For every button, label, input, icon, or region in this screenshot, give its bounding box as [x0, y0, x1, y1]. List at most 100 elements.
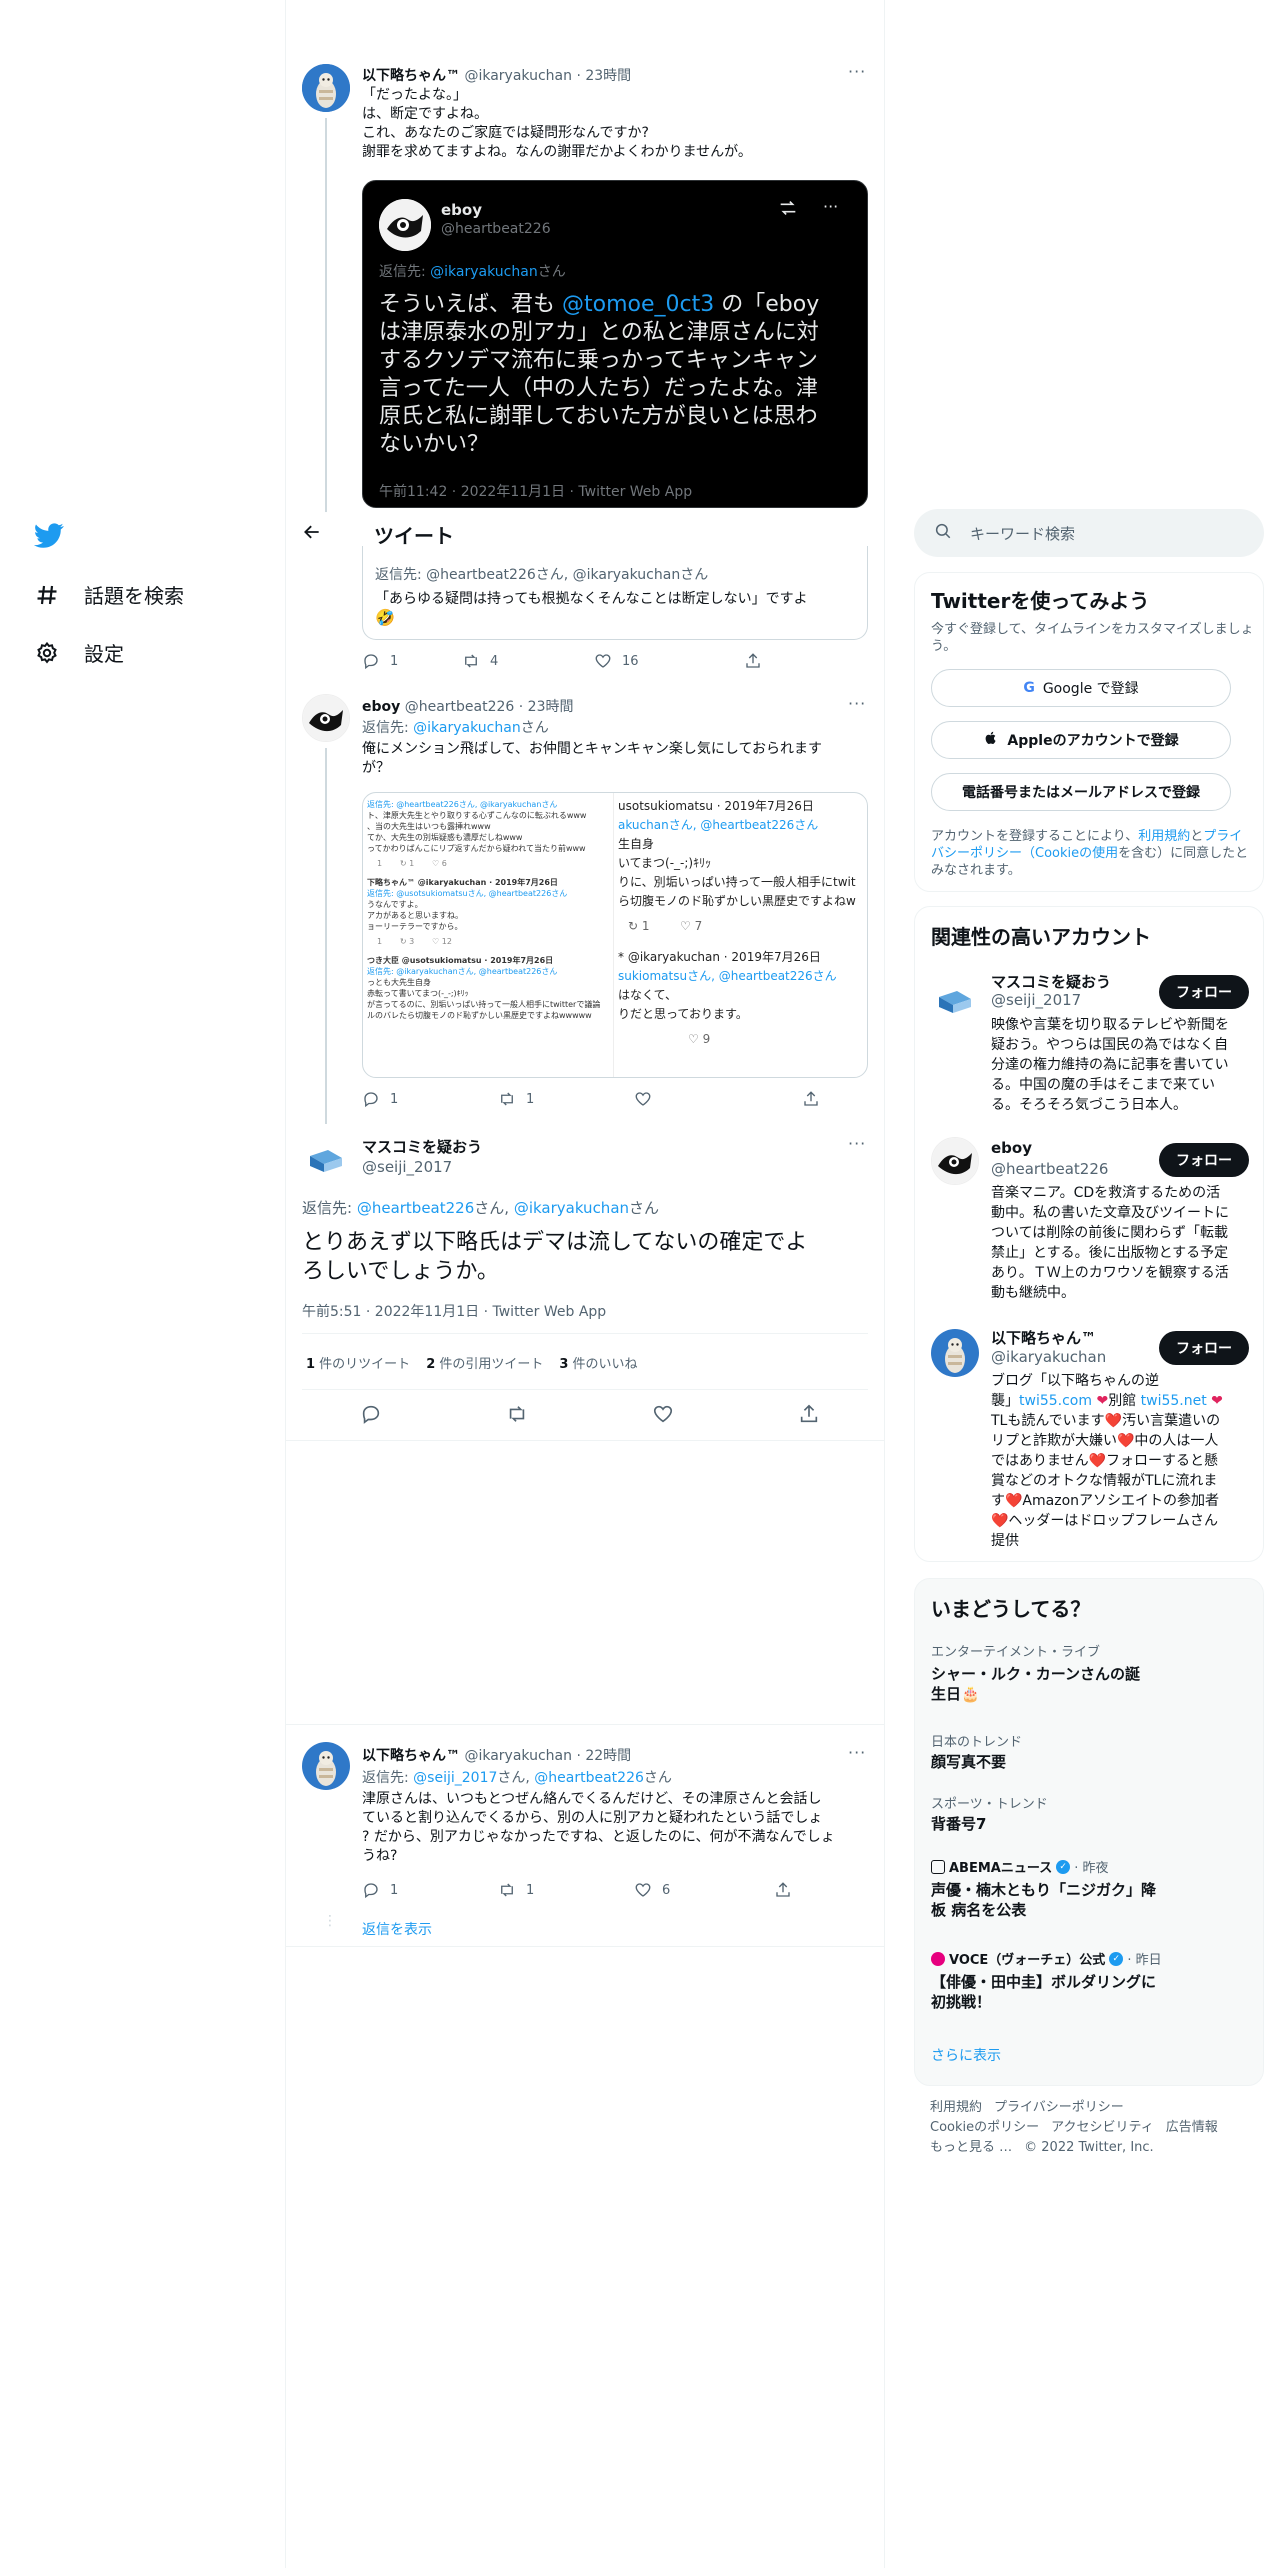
share-button[interactable] — [774, 1881, 874, 1899]
retweet-button[interactable]: 1 — [498, 1881, 634, 1899]
reply-handle[interactable]: @seiji_2017 — [413, 1770, 497, 1786]
stat-quotes[interactable]: 2 件の引用ツイート — [426, 1353, 543, 1372]
tweet1-more-icon[interactable]: ··· — [848, 62, 866, 81]
heart-icon: ❤ — [1096, 1393, 1109, 1409]
reply-tweet-line: ていると割り込んでくるから、別の人に別アカと疑われたという話でしょ — [362, 1810, 823, 1826]
related-name[interactable]: 以下略ちゃん™ — [991, 1327, 1096, 1348]
reply-tweet-time[interactable]: · 22時間 — [576, 1748, 631, 1764]
terms-link[interactable]: 利用規約 — [1138, 829, 1190, 844]
divider — [286, 1946, 884, 1947]
share-button[interactable] — [802, 1090, 902, 1108]
follow-button[interactable]: フォロー — [1159, 975, 1249, 1009]
show-replies-link[interactable]: 返信を表示 — [362, 1919, 432, 1939]
footer-link[interactable]: 広告情報 — [1166, 2118, 1218, 2138]
footer-link[interactable]: Cookieのポリシー — [930, 2118, 1039, 2138]
privacy-link[interactable]: バシーポリシー（Cookieの使用 — [931, 846, 1118, 861]
related-avatar-eboy[interactable] — [931, 1137, 979, 1185]
image-stat: 7 — [694, 919, 703, 933]
search-box[interactable]: キーワード検索 — [914, 509, 1264, 557]
quoted-tweet-card[interactable]: 返信先: @heartbeat226さん, @ikaryakuchanさん 「あ… — [362, 546, 868, 640]
trend-item[interactable]: エンターテイメント・ライブ シャー・ルク・カーンさんの誕 生日🎂 — [931, 1641, 1140, 1704]
retweet-button[interactable]: 1 — [498, 1090, 634, 1108]
follow-button[interactable]: フォロー — [1159, 1331, 1249, 1365]
stat-retweets[interactable]: 1 件のリツイート — [306, 1353, 410, 1372]
trend-item[interactable]: スポーツ・トレンド 背番号7 — [931, 1793, 1048, 1834]
main-tweet-handle[interactable]: @seiji_2017 — [362, 1158, 452, 1176]
follow-button[interactable]: フォロー — [1159, 1143, 1249, 1177]
retweet-icon — [509, 1406, 525, 1422]
related-avatar-ikaryakuchan[interactable] — [931, 1329, 979, 1377]
main-tweet-line: とりあえず以下略氏はデマは流してないの確定でよ — [302, 1230, 808, 1255]
retweet-icon — [501, 1883, 513, 1897]
main-tweet-actions — [360, 1403, 820, 1429]
apple-signup-button[interactable]: Appleのアカウントで登録 — [931, 721, 1231, 759]
privacy-link[interactable]: プライ — [1203, 829, 1242, 844]
google-signup-button[interactable]: G Google で登録 — [931, 669, 1231, 707]
tweet2-time[interactable]: · 23時間 — [519, 699, 574, 715]
avatar-heartbeat226[interactable] — [302, 694, 350, 742]
trend-news-item[interactable]: VOCE（ヴォーチェ）公式 ✓ · 昨日 【俳優・田中圭】ボルダリングに 初挑戦… — [931, 1949, 1162, 2012]
retweet-button[interactable]: 4 — [462, 652, 594, 670]
related-handle[interactable]: @heartbeat226 — [991, 1160, 1108, 1178]
tweet2-name[interactable]: eboy — [362, 699, 400, 715]
show-more-trends-link[interactable]: さらに表示 — [931, 2045, 1001, 2065]
tweet2-more-icon[interactable]: ··· — [848, 694, 866, 713]
phone-signup-button[interactable]: 電話番号またはメールアドレスで登録 — [931, 773, 1231, 811]
like-button[interactable] — [652, 1403, 674, 1429]
tweet1-handle[interactable]: @ikaryakuchan — [464, 68, 572, 84]
bio-line: 提供 — [991, 1533, 1019, 1549]
nav-settings[interactable]: 設定 — [34, 638, 124, 667]
reply-handle[interactable]: @ikaryakuchan — [514, 1199, 629, 1217]
main-tweet-meta[interactable]: 午前5:51 · 2022年11月1日 · Twitter Web App — [302, 1301, 606, 1321]
main-tweet-name[interactable]: マスコミを疑おう — [362, 1136, 482, 1157]
related-handle[interactable]: @ikaryakuchan — [991, 1348, 1106, 1366]
reply-tweet-handle[interactable]: @ikaryakuchan — [464, 1748, 572, 1764]
like-button[interactable]: 16 — [594, 652, 744, 670]
signup-desc: 今すぐ登録して、タイムラインをカスタマイズしましょ う。 — [931, 621, 1254, 655]
tweet2-image[interactable]: 返信先: @heartbeat226さん, @ikaryakuchanさん ト、… — [362, 792, 868, 1078]
reply-tweet-name[interactable]: 以下略ちゃん™ — [362, 1748, 460, 1764]
reply-handle[interactable]: @ikaryakuchan — [413, 720, 521, 736]
reply-button[interactable]: 1 — [362, 652, 462, 670]
related-avatar-seiji[interactable] — [931, 977, 979, 1025]
reply-button[interactable] — [360, 1403, 382, 1429]
bio-line: 襲」twi55.com ❤別館 twi55.net ❤ — [991, 1391, 1223, 1411]
trend-news-item[interactable]: ABEMAニュース ✓ · 昨夜 声優・楠木ともり「ニジガク」降 板 病名を公表 — [931, 1857, 1156, 1920]
reply-button[interactable]: 1 — [362, 1881, 498, 1899]
related-handle[interactable]: @seiji_2017 — [991, 991, 1081, 1009]
main-tweet-reply-to: 返信先: @heartbeat226さん, @ikaryakuchanさん — [302, 1197, 659, 1218]
like-button[interactable]: 6 — [634, 1881, 774, 1899]
footer-link[interactable]: 利用規約 — [930, 2098, 982, 2118]
back-arrow-icon[interactable] — [302, 522, 332, 547]
related-bio: 音楽マニア。CDを救済するための活 動中。私の書いた文章及びツイートに ついては… — [991, 1183, 1229, 1303]
main-tweet-more-icon[interactable]: ··· — [848, 1134, 866, 1153]
share-button[interactable] — [798, 1403, 820, 1429]
search-input[interactable]: キーワード検索 — [970, 523, 1075, 544]
tweet1-time[interactable]: · 23時間 — [576, 68, 631, 84]
twitter-logo-icon[interactable] — [33, 520, 64, 550]
reply-button[interactable]: 1 — [362, 1090, 498, 1108]
footer-more-link[interactable]: もっと見る … — [930, 2138, 1012, 2158]
bio-link[interactable]: twi55.com — [1019, 1393, 1092, 1409]
reply-tweet-more-icon[interactable]: ··· — [848, 1743, 866, 1762]
footer-link[interactable]: アクセシビリティ — [1051, 2118, 1154, 2138]
share-button[interactable] — [744, 652, 844, 670]
reply-handle[interactable]: @heartbeat226 — [534, 1770, 644, 1786]
avatar-ikaryakuchan[interactable] — [302, 1742, 350, 1790]
related-name[interactable]: eboy — [991, 1139, 1032, 1157]
reply-handle[interactable]: @heartbeat226 — [357, 1199, 474, 1217]
trend-item[interactable]: 日本のトレンド 顔写真不要 — [931, 1731, 1022, 1772]
tweet1-name[interactable]: 以下略ちゃん™ — [362, 68, 460, 84]
trend-source-name: VOCE（ヴォーチェ）公式 — [949, 1953, 1106, 1968]
retweet-button[interactable] — [506, 1403, 528, 1429]
tweet2-handle[interactable]: @heartbeat226 — [405, 699, 515, 715]
related-name[interactable]: マスコミを疑おう — [991, 971, 1111, 992]
like-button[interactable] — [634, 1090, 802, 1108]
embedded-tweet-image[interactable]: eboy @heartbeat226 ··· 返信先: @ikaryakucha… — [362, 180, 868, 508]
bio-link[interactable]: twi55.net — [1141, 1393, 1207, 1409]
avatar-ikaryakuchan[interactable] — [302, 64, 350, 112]
avatar-seiji_2017[interactable] — [302, 1136, 350, 1184]
footer-link[interactable]: プライバシーポリシー — [994, 2098, 1124, 2118]
nav-explore[interactable]: 話題を検索 — [34, 580, 184, 609]
stat-likes[interactable]: 3 件のいいね — [559, 1353, 637, 1372]
